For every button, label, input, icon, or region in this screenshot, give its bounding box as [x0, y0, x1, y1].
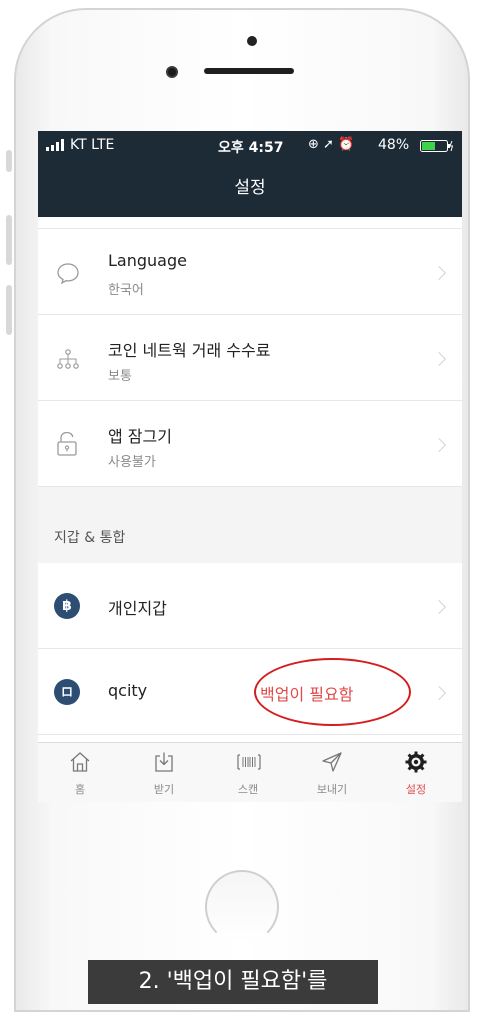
- proximity-sensor: [247, 36, 257, 46]
- annotation-circle: [254, 658, 411, 726]
- section-title: 지갑 & 통합: [54, 530, 126, 546]
- carrier-label: KT LTE: [70, 137, 115, 153]
- row-subtitle: 한국어: [108, 283, 144, 298]
- app-screen: KT LTE 오후 4:57 ⊕ ➚ ⏰ 48% 설정 Language 한국어…: [38, 131, 462, 802]
- row-subtitle: 사용불가: [108, 455, 156, 470]
- tab-label: 홈: [74, 783, 86, 796]
- receive-icon: [153, 751, 175, 773]
- tab-label: 받기: [153, 783, 175, 796]
- wallet-row-qcity[interactable]: ロ qcity 백업이 필요함: [38, 649, 462, 735]
- send-icon: [321, 751, 343, 773]
- chevron-right-icon: [431, 599, 447, 615]
- chevron-right-icon: [431, 685, 447, 701]
- row-subtitle: 보통: [108, 369, 132, 384]
- front-camera: [166, 66, 178, 78]
- status-bar: KT LTE 오후 4:57 ⊕ ➚ ⏰ 48%: [38, 131, 462, 159]
- chevron-right-icon: [431, 351, 447, 367]
- wallet-name: 개인지갑: [108, 599, 167, 618]
- status-icons: ⊕ ➚ ⏰: [308, 137, 355, 152]
- nav-bar: 설정: [38, 159, 462, 217]
- tab-settings[interactable]: 설정: [374, 743, 458, 802]
- earpiece-speaker: [204, 68, 294, 74]
- signal-bars-icon: [46, 139, 66, 155]
- row-title: 앱 잠그기: [108, 427, 172, 446]
- chevron-right-icon: [431, 265, 447, 281]
- volume-down-button: [6, 285, 12, 335]
- tab-send[interactable]: 보내기: [290, 743, 374, 802]
- row-title: Language: [108, 251, 187, 270]
- mute-switch: [6, 150, 12, 172]
- battery-icon: [420, 140, 454, 156]
- home-icon: [69, 751, 91, 773]
- network-icon: [56, 347, 80, 375]
- section-header: 지갑 & 통합: [38, 487, 462, 563]
- settings-row-language[interactable]: Language 한국어: [38, 229, 462, 315]
- wallet-name: qcity: [108, 681, 148, 700]
- qtum-icon: ロ: [54, 679, 80, 705]
- lock-icon: [56, 431, 78, 461]
- tab-bar: 홈 받기 스캔 보내기 설정: [38, 742, 462, 802]
- clock: 오후 4:57: [218, 140, 284, 156]
- barcode-icon: [237, 751, 261, 773]
- bitcoin-icon: ฿: [54, 593, 80, 619]
- tab-label: 스캔: [237, 783, 259, 796]
- row-title: 코인 네트웍 거래 수수료: [108, 341, 271, 360]
- volume-up-button: [6, 215, 12, 265]
- tab-home[interactable]: 홈: [38, 743, 122, 802]
- settings-row-app-lock[interactable]: 앱 잠그기 사용불가: [38, 401, 462, 487]
- chevron-right-icon: [431, 437, 447, 453]
- tutorial-caption: 2. '백업이 필요함'를: [88, 960, 378, 1004]
- page-title: 설정: [234, 178, 266, 198]
- row-fragment-top: [38, 217, 462, 229]
- settings-row-network-fee[interactable]: 코인 네트웍 거래 수수료 보통: [38, 315, 462, 401]
- tab-label: 설정: [405, 783, 427, 796]
- speech-bubble-icon: [56, 262, 80, 288]
- home-button[interactable]: [205, 870, 279, 944]
- settings-icon: [405, 751, 427, 773]
- tab-scan[interactable]: 스캔: [206, 743, 290, 802]
- tab-label: 보내기: [316, 783, 348, 796]
- tab-receive[interactable]: 받기: [122, 743, 206, 802]
- wallet-row-personal[interactable]: ฿ 개인지갑: [38, 563, 462, 649]
- battery-percent: 48%: [378, 137, 410, 153]
